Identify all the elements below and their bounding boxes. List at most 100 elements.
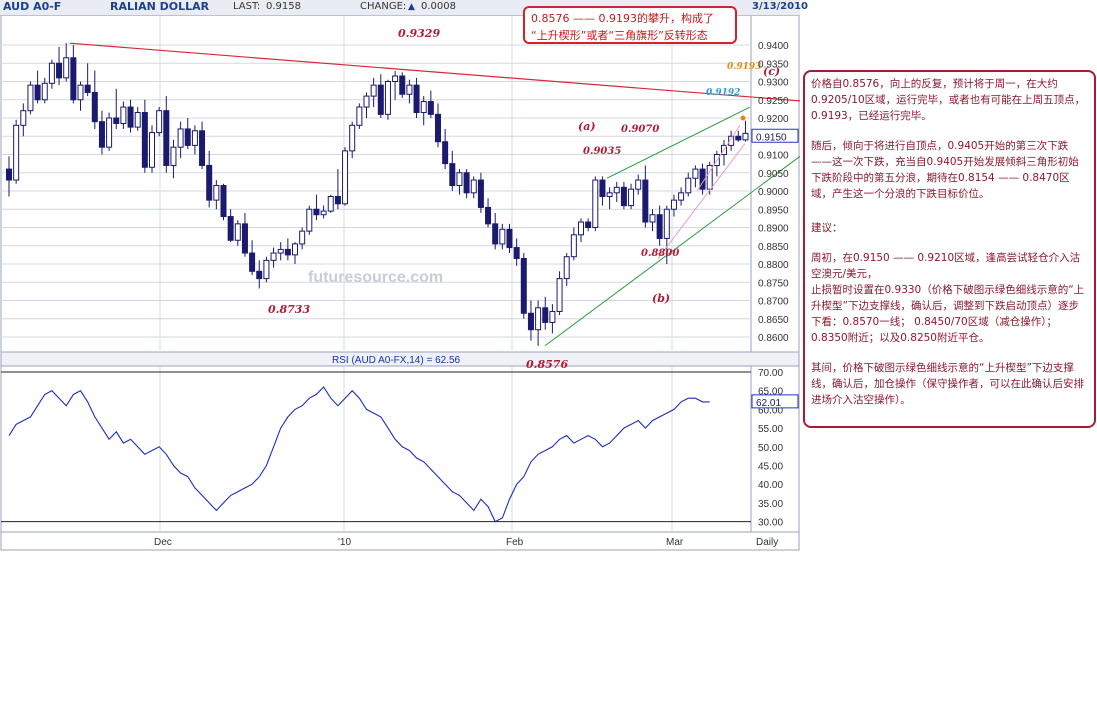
candle-body <box>406 84 413 95</box>
candle <box>106 112 113 151</box>
candle-body <box>191 130 198 146</box>
commentary-box: 价格自0.8576，向上的反复，预计将于周一，在大约0.9205/10区域，运行… <box>803 70 1096 428</box>
candle <box>13 119 20 184</box>
commentary-advice-heading: 建议： <box>811 222 843 234</box>
candle-body <box>284 248 291 256</box>
price-annotation: 0.9035 <box>583 146 621 157</box>
price-tick-label: 0.8850 <box>758 242 789 253</box>
candle <box>384 79 391 120</box>
candle-body <box>692 168 699 179</box>
candle-body <box>685 177 692 194</box>
peak-marker <box>740 115 746 121</box>
candle <box>342 147 349 206</box>
candle-body <box>628 188 635 207</box>
price-tick-label: 0.8600 <box>758 333 789 344</box>
price-tick-label: 0.8700 <box>758 297 789 308</box>
candle-body <box>435 113 441 143</box>
symbol-label: AUD A0-F <box>3 0 62 13</box>
rsi-tick-label: 50.00 <box>758 443 783 454</box>
candle-body <box>413 84 420 114</box>
price-tick-label: 0.8950 <box>758 205 789 216</box>
candle <box>263 256 270 283</box>
commentary-paragraph-4: 周初，在0.9150 —— 0.9210区域，逢高尝试轻仓介入沽空澳元/美元， <box>811 252 1081 280</box>
candle-body <box>256 270 263 280</box>
candle-body <box>156 110 163 134</box>
date-tick-label: Feb <box>506 537 524 548</box>
price-tick-label: 0.9100 <box>758 151 789 162</box>
price-annotation: 0.8733 <box>268 303 310 316</box>
candle-body <box>670 199 677 210</box>
candle-body <box>241 223 248 254</box>
candle-body <box>613 186 620 194</box>
candle-body <box>63 57 70 79</box>
candle-body <box>620 186 627 207</box>
candle-body <box>513 247 520 260</box>
rsi-current-label: 62.01 <box>756 398 781 409</box>
candle-body <box>356 106 363 126</box>
rsi-tick-label: 45.00 <box>758 462 783 473</box>
candle <box>220 183 227 221</box>
candle-body <box>170 146 177 166</box>
candle-body <box>556 278 563 312</box>
candle-body <box>635 179 642 190</box>
commentary-paragraph-2: 随后，倾向于将进行自顶点，0.9405开始的第三次下跌——这一次下跌，充当自0.… <box>811 140 1079 200</box>
candle-body <box>127 106 134 128</box>
candle-body <box>549 310 556 323</box>
candle-body <box>292 243 298 256</box>
candle-body <box>163 110 170 166</box>
candle-body <box>270 252 277 261</box>
candle-body <box>606 192 613 197</box>
candle <box>156 107 163 137</box>
candle-body <box>485 206 492 225</box>
price-tick-label: 0.8750 <box>758 278 789 289</box>
price-annotation: 0.8800 <box>641 248 679 259</box>
candle-body <box>370 84 377 97</box>
candle-body <box>535 307 542 331</box>
callout-line-1: 0.8576 —— 0.9193的攀升，构成了 <box>531 12 714 25</box>
candle-body <box>149 132 155 168</box>
price-tick-label: 0.8650 <box>758 315 789 326</box>
candle <box>356 103 363 129</box>
rsi-tick-label: 55.00 <box>758 424 783 435</box>
rsi-tick-label: 40.00 <box>758 480 783 491</box>
candle-body <box>499 228 506 245</box>
rsi-tick-label: 30.00 <box>758 518 783 529</box>
candle-body <box>599 179 606 197</box>
candle-body <box>177 128 184 148</box>
price-tick-label: 0.9200 <box>758 114 789 125</box>
candle-body <box>320 210 327 216</box>
candle-body <box>56 62 63 79</box>
change-label: CHANGE: <box>360 1 407 12</box>
candle-body <box>84 84 91 93</box>
commentary-paragraph-6: 其间，价格下破图示绿色细线示意的“上升楔型”下边支撑线，确认后，加仓操作（保守操… <box>811 362 1084 406</box>
callout-line-2: “上升楔形”或者“三角旗形”反转形态 <box>531 29 708 42</box>
candle <box>592 176 599 232</box>
candle-body <box>134 112 141 128</box>
candle-body <box>6 168 12 181</box>
candle-body <box>527 312 534 331</box>
candle-body <box>470 179 477 194</box>
last-value: 0.9158 <box>266 1 301 12</box>
price-tick-label: 0.9050 <box>758 169 789 180</box>
price-annotation: 0.9070 <box>621 124 659 135</box>
candle-body <box>563 256 570 280</box>
candle-body <box>578 221 584 236</box>
candle-body <box>98 121 105 148</box>
price-tick-label: 0.8800 <box>758 260 789 271</box>
candle <box>520 253 527 319</box>
date-tick-label: Daily <box>756 537 778 548</box>
price-tick-label: 0.9400 <box>758 41 789 52</box>
candle-body <box>120 106 127 124</box>
candle <box>327 194 334 213</box>
candle-body <box>742 132 749 141</box>
candle-body <box>363 95 370 108</box>
candle-body <box>277 248 284 254</box>
price-tick-label: 0.9250 <box>758 96 789 107</box>
candle-body <box>48 62 55 84</box>
commentary-paragraph-1: 价格自0.8576，向上的反复，预计将于周一，在大约0.9205/10区域，运行… <box>811 78 1086 122</box>
pattern-callout: 0.8576 —— 0.9193的攀升，构成了 “上升楔形”或者“三角旗形”反转… <box>523 6 737 44</box>
candle-body <box>342 150 349 205</box>
candle-body <box>520 258 527 314</box>
candle-body <box>306 208 313 232</box>
price-tick-label: 0.8900 <box>758 224 789 235</box>
